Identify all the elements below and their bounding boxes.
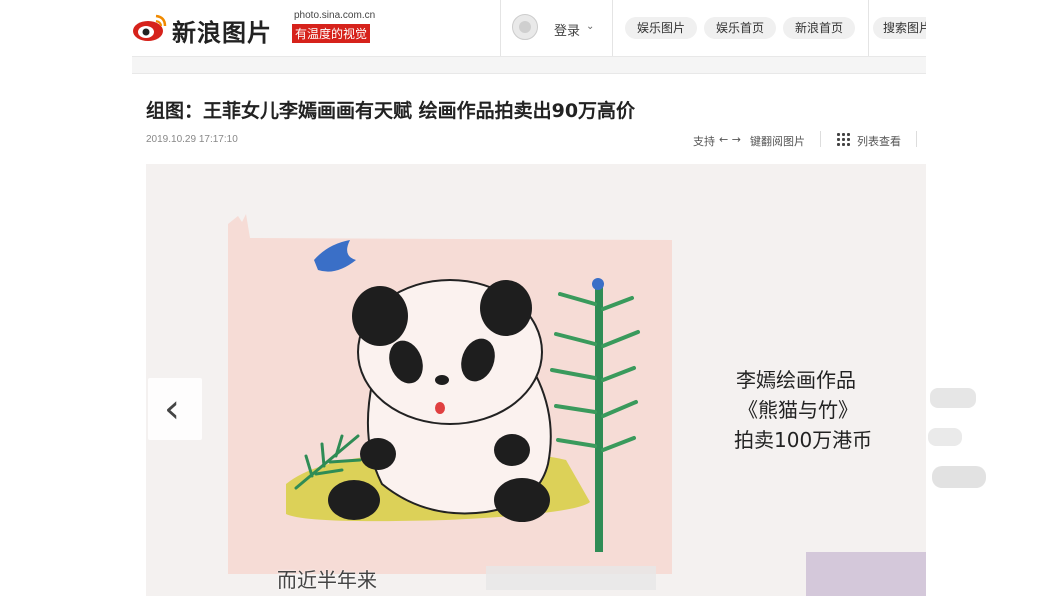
divider [612, 0, 613, 56]
keyboard-hint: 键翻阅图片 [750, 135, 805, 148]
caption-line-3: 拍卖100万港币 [734, 428, 873, 452]
nav-ent-photos[interactable]: 娱乐图片 [625, 17, 698, 39]
grid-icon[interactable] [836, 132, 850, 146]
header-rule [132, 56, 926, 74]
sina-eye-icon [133, 14, 167, 41]
caption-line-2: 《熊猫与竹》 [738, 398, 858, 422]
blurred-side-content [928, 388, 986, 488]
logo-text: 新浪图片 [172, 19, 272, 47]
logo-tagline: 有温度的视觉 [292, 24, 371, 43]
divider [820, 131, 821, 147]
login-button[interactable]: 登录 [554, 20, 580, 39]
nav-sina-home[interactable]: 新浪首页 [783, 17, 856, 39]
divider [868, 0, 869, 56]
chevron-down-icon[interactable]: ⌄ [586, 21, 594, 32]
photo-viewer[interactable]: 李嫣绘画作品 《熊猫与竹》 拍卖100万港币 [146, 164, 926, 596]
nav-ent-home[interactable]: 娱乐首页 [704, 17, 777, 39]
arrow-left-right-icon: ← → [719, 133, 741, 146]
chevron-left-icon: ‹ [164, 386, 180, 432]
page-title: 组图：王菲女儿李嫣画画有天赋 绘画作品拍卖出90万高价 [146, 100, 636, 122]
avatar[interactable] [512, 14, 538, 40]
support-label: 支持 [693, 135, 715, 148]
divider [500, 0, 501, 56]
publish-date: 2019.10.29 17:17:10 [146, 134, 238, 145]
list-view-button[interactable]: 列表查看 [857, 133, 901, 149]
sina-photo-logo[interactable]: 新浪图片 photo.sina.com.cn 有温度的视觉 [132, 10, 382, 47]
caption-line-1: 李嫣绘画作品 [736, 368, 856, 392]
top-header: 新浪图片 photo.sina.com.cn 有温度的视觉 登录 ⌄ 娱乐图片 … [0, 0, 1060, 56]
divider [916, 131, 917, 147]
video-subtitle: 而近半年来 [277, 568, 377, 592]
nav-search-photos[interactable]: 搜索图片 [873, 17, 926, 39]
page: 新浪图片 photo.sina.com.cn 有温度的视觉 登录 ⌄ 娱乐图片 … [0, 0, 1060, 596]
prev-photo-button[interactable]: ‹ [148, 378, 202, 440]
logo-url: photo.sina.com.cn [294, 10, 376, 21]
